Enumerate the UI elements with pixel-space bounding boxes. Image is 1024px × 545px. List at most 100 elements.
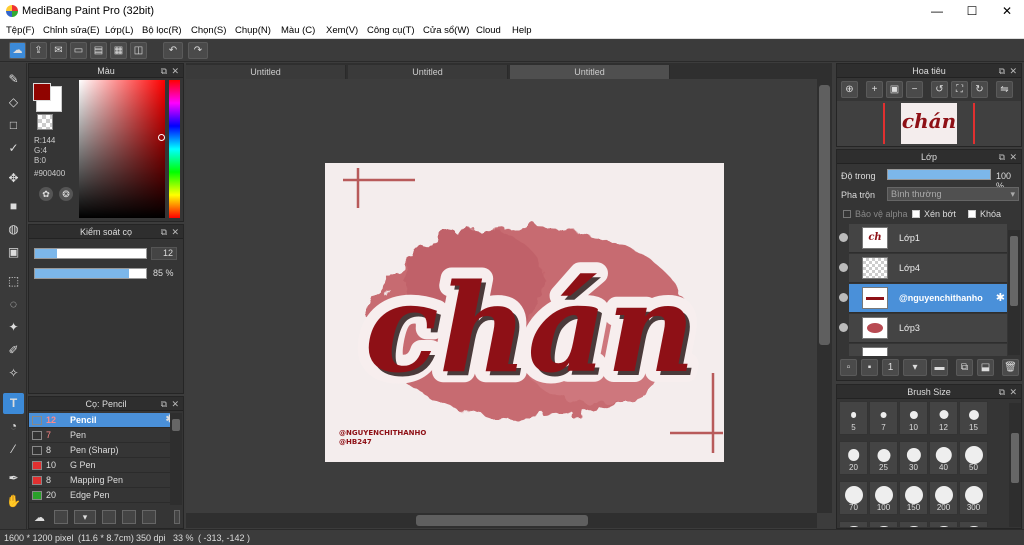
pen-tool-icon[interactable]: ✒ (3, 468, 24, 489)
panel-close-icon[interactable]: ✕ (171, 64, 179, 78)
brush-list-scrollbar[interactable] (170, 413, 182, 505)
layer-item[interactable]: Lớp3 (839, 314, 1007, 343)
brush-size-option[interactable]: 20 (839, 441, 868, 475)
gear-icon[interactable]: ✱ (996, 291, 1005, 304)
eye-icon[interactable] (839, 323, 848, 332)
move-tool-icon[interactable]: ✥ (3, 168, 24, 189)
trash-icon[interactable]: 🗑 (1002, 359, 1019, 376)
brush-size-option[interactable] (839, 521, 868, 527)
delete-icon[interactable] (174, 510, 180, 524)
share-icon[interactable]: ⇪ (30, 42, 47, 59)
fill-rect-tool-icon[interactable]: ■ (3, 196, 24, 217)
new-layer-icon[interactable]: ▫ (840, 359, 857, 376)
brush-size-option[interactable] (899, 521, 928, 527)
rectangle-tool-icon[interactable]: □ (3, 115, 24, 136)
brush-opacity-slider[interactable] (34, 268, 147, 279)
menu-tools[interactable]: Công cụ(T) (367, 25, 415, 36)
artwork-canvas[interactable]: chán chán chán @NGUYENCHITHANHO @HB247 (325, 163, 724, 462)
brush-size-option[interactable]: 150 (899, 481, 928, 515)
brush-size-option[interactable]: 50 (959, 441, 988, 475)
panel-close-icon[interactable]: ✕ (1009, 64, 1017, 78)
new-1bit-layer-icon[interactable]: 1 (882, 359, 899, 376)
brush-size-option[interactable]: 70 (839, 481, 868, 515)
brush-size-option[interactable]: 12 (929, 401, 958, 435)
brush-size-option[interactable]: 7 (869, 401, 898, 435)
zoom-fit-icon[interactable]: ⊕ (841, 81, 858, 98)
actual-size-icon[interactable]: ▣ (886, 81, 903, 98)
check-tool-icon[interactable]: ✓ (3, 138, 24, 159)
eye-icon[interactable] (839, 233, 848, 242)
add-layer-menu-icon[interactable]: ▾ (903, 359, 927, 376)
brush-size-value[interactable]: 12 (151, 247, 177, 260)
text-tool-icon[interactable]: T (3, 393, 24, 414)
select-pen-icon[interactable]: ✐ (3, 340, 24, 361)
undock-icon[interactable]: ⧉ (999, 385, 1005, 399)
eye-icon[interactable] (839, 293, 848, 302)
brush-tool-icon[interactable]: ✎ (3, 69, 24, 90)
folder-icon[interactable] (122, 510, 136, 524)
panel-close-icon[interactable]: ✕ (171, 225, 179, 239)
select-rect-icon[interactable]: ⬚ (3, 271, 24, 292)
brush-item[interactable]: 8 Mapping Pen (29, 473, 177, 488)
merge-down-icon[interactable]: ⬓ (977, 359, 994, 376)
redo-icon[interactable]: ↷ (188, 42, 208, 59)
undock-icon[interactable]: ⧉ (161, 64, 167, 78)
brush-item[interactable]: 10 G Pen (29, 458, 177, 473)
color-cursor[interactable] (158, 134, 165, 141)
menu-view[interactable]: Xem(V) (326, 25, 358, 36)
horizontal-scrollbar[interactable] (186, 513, 817, 528)
layer-item-selected[interactable]: @nguyenchithanho ✱ (839, 284, 1007, 313)
brush-size-option[interactable] (959, 521, 988, 527)
layer-list-scrollbar[interactable] (1008, 230, 1020, 355)
brush-item[interactable]: 20 Edge Pen (29, 488, 177, 503)
brush-size-option[interactable]: 5 (839, 401, 868, 435)
menu-layer[interactable]: Lớp(L) (105, 25, 133, 36)
zoom-out-icon[interactable]: − (906, 81, 923, 98)
menu-capture[interactable]: Chụp(N) (235, 25, 271, 36)
blend-mode-select[interactable]: Bình thường ▾ (887, 187, 1019, 201)
brush-size-option[interactable]: 10 (899, 401, 928, 435)
gradient-tool-icon[interactable]: ▣ (3, 242, 24, 263)
menu-select[interactable]: Chọn(S) (191, 25, 226, 36)
duplicate-icon[interactable] (142, 510, 156, 524)
magic-wand-icon[interactable]: ✦ (3, 317, 24, 338)
comment-icon[interactable]: ✉ (50, 42, 67, 59)
panel-close-icon[interactable]: ✕ (1009, 150, 1017, 164)
hue-slider[interactable] (169, 80, 180, 218)
chat-icon[interactable]: ▭ (70, 42, 87, 59)
eraser-tool-icon[interactable]: ◇ (3, 92, 24, 113)
menu-edit[interactable]: Chỉnh sửa(E) (43, 25, 100, 36)
cloud-icon[interactable]: ☁ (9, 42, 26, 59)
layer-item[interactable]: Lớp4 (839, 254, 1007, 283)
brush-item[interactable]: 8 Pen (Sharp) (29, 443, 177, 458)
lasso-icon[interactable]: ◌ (3, 294, 24, 315)
transparent-swatch[interactable] (37, 114, 53, 130)
brush-size-option[interactable] (869, 521, 898, 527)
dropper-tool-icon[interactable]: ⁄ (3, 439, 24, 460)
brush-item[interactable]: 7 Pen (29, 428, 177, 443)
lock-checkbox[interactable] (968, 210, 976, 218)
undock-icon[interactable]: ⧉ (161, 225, 167, 239)
hand-tool-icon[interactable]: ✋ (3, 491, 24, 512)
brush-size-option[interactable]: 25 (869, 441, 898, 475)
brush-settings-icon[interactable] (102, 510, 116, 524)
navigator-preview[interactable]: chán (837, 101, 1021, 146)
menu-color[interactable]: Màu (C) (281, 25, 315, 36)
close-button[interactable]: ✕ (990, 0, 1024, 23)
tab-untitled-1[interactable]: Untitled (186, 65, 346, 79)
brush-size-option[interactable]: 100 (869, 481, 898, 515)
brush-size-option[interactable]: 15 (959, 401, 988, 435)
rotate-left-icon[interactable]: ↺ (931, 81, 948, 98)
bucket-tool-icon[interactable]: ◍ (3, 219, 24, 240)
menu-file[interactable]: Tệp(F) (6, 25, 35, 36)
brush-size-slider[interactable] (34, 248, 147, 259)
panel-close-icon[interactable]: ✕ (171, 397, 179, 411)
vertical-scrollbar[interactable] (817, 79, 832, 513)
rotate-right-icon[interactable]: ↻ (971, 81, 988, 98)
panel-icon[interactable]: ◫ (130, 42, 147, 59)
menu-help[interactable]: Help (512, 25, 532, 36)
duplicate-layer-icon[interactable]: ⧉ (956, 359, 973, 376)
new-brush-icon[interactable] (54, 510, 68, 524)
brush-item[interactable]: 12Pencil✱ (29, 413, 177, 428)
flip-icon[interactable]: ⇋ (996, 81, 1013, 98)
